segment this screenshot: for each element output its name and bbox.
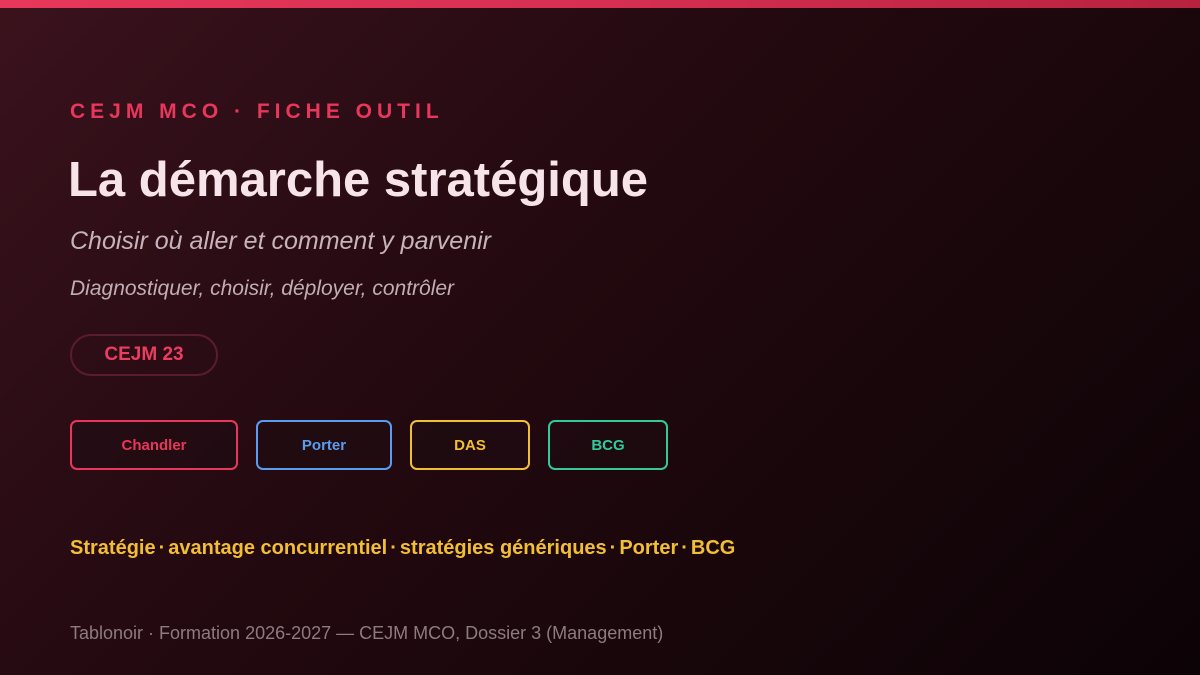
keyword: stratégies génériques bbox=[399, 537, 607, 559]
tool-button-porter[interactable]: Porter bbox=[256, 420, 392, 470]
keyword-separator: · bbox=[158, 537, 166, 559]
tool-button-label: Chandler bbox=[121, 436, 187, 454]
keyword-separator: · bbox=[681, 537, 688, 559]
keyword: avantage concurrentiel bbox=[168, 537, 388, 559]
tagline: Diagnostiquer, choisir, déployer, contrô… bbox=[70, 277, 455, 300]
tool-button-label: Porter bbox=[301, 436, 347, 454]
keyword: Porter bbox=[619, 537, 679, 559]
keyword: BCG bbox=[690, 537, 736, 559]
tool-button-das[interactable]: DAS bbox=[410, 420, 530, 470]
tool-button-chandler[interactable]: Chandler bbox=[70, 420, 238, 470]
tool-button-bcg[interactable]: BCG bbox=[548, 420, 668, 470]
kicker-label: CEJM MCO · FICHE OUTIL bbox=[70, 100, 444, 123]
tool-button-label: BCG bbox=[591, 436, 625, 454]
keyword: Stratégie bbox=[70, 537, 156, 559]
page-title: La démarche stratégique bbox=[68, 153, 649, 207]
subtitle: Choisir où aller et comment y parvenir bbox=[70, 227, 491, 255]
keyword-list: Stratégie · avantage concurrentiel · stratég… bbox=[70, 537, 735, 560]
tool-button-label: DAS bbox=[454, 436, 486, 454]
keyword-separator: · bbox=[390, 537, 397, 559]
slide-content: CEJM MCO · FICHE OUTIL La démarche strat… bbox=[68, 0, 1150, 675]
cejm-badge: CEJM 23 bbox=[70, 334, 218, 376]
footer-credit: Tablonoir · Formation 2026-2027 — CEJM M… bbox=[70, 623, 664, 643]
keyword-separator: · bbox=[609, 537, 617, 559]
